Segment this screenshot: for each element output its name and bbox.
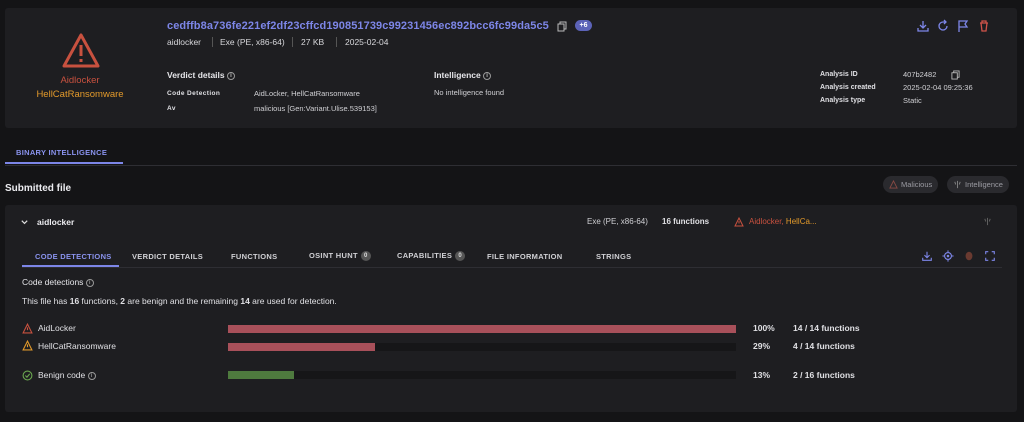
tab-functions[interactable]: FUNCTIONS (231, 252, 277, 261)
benign-percent: 13% (753, 370, 771, 380)
detection-percent: 100% (753, 323, 775, 333)
warning-icon (62, 33, 100, 68)
analysis-type-value: Static (903, 96, 922, 105)
intelligence-value: No intelligence found (434, 88, 505, 97)
divider (5, 165, 1017, 166)
file-type: Exe (PE, x86-64) (220, 37, 285, 47)
delete-icon[interactable] (977, 19, 991, 33)
verdict-value: malicious [Gen:Variant.Ulise.539153] (254, 104, 377, 113)
tab-binary-intelligence[interactable]: BINARY INTELLIGENCE (16, 148, 107, 157)
divider (22, 267, 1002, 268)
verdict-key: Av (167, 105, 176, 112)
intelligence-title: Intelligence i (434, 70, 492, 80)
warning-icon (734, 217, 744, 227)
family-label-aidlocker: Aidlocker (60, 75, 100, 86)
check-circle-icon (22, 370, 33, 381)
analysis-id-key: Analysis ID (820, 71, 858, 78)
detection-bar-track (228, 325, 736, 333)
chevron-down-icon[interactable] (20, 218, 29, 227)
count-badge: 0 (455, 251, 466, 262)
target-icon[interactable] (942, 250, 954, 262)
info-icon[interactable]: i (227, 71, 236, 80)
submitted-file-title: Submitted file (5, 183, 72, 194)
bug-icon[interactable] (963, 250, 975, 262)
tab-code-detections[interactable]: CODE DETECTIONS (35, 252, 112, 261)
verdict-key: Code Detection (167, 90, 221, 97)
intelligence-icon (954, 180, 961, 189)
reanalyze-icon[interactable] (936, 19, 950, 33)
detection-bar-fill (228, 343, 376, 351)
file-name: aidlocker (167, 37, 202, 47)
verdict-details-title: Verdict details i (167, 70, 236, 80)
detection-count: 4 / 14 functions (793, 341, 855, 351)
download-icon[interactable] (921, 250, 933, 262)
file-row-families: Aidlocker, HellCa... (749, 217, 817, 226)
info-icon[interactable]: i (87, 371, 96, 380)
tab-capabilities[interactable]: CAPABILITIES 0 (397, 251, 466, 262)
info-icon[interactable]: i (483, 71, 492, 80)
benign-count: 2 / 16 functions (793, 370, 855, 380)
file-row-type: Exe (PE, x86-64) (587, 217, 648, 226)
info-icon[interactable]: i (85, 278, 94, 287)
file-date: 2025-02-04 (345, 37, 389, 47)
tab-strings[interactable]: STRINGS (596, 252, 631, 261)
tab-file-information[interactable]: FILE INFORMATION (487, 252, 563, 261)
benign-label[interactable]: Benign code i (38, 370, 96, 380)
file-detail-card (5, 205, 1017, 412)
download-icon[interactable] (916, 19, 930, 33)
detection-label[interactable]: AidLocker (38, 323, 76, 333)
analysis-created-value: 2025-02-04 09:25:36 (903, 83, 973, 92)
detection-count: 14 / 14 functions (793, 323, 860, 333)
detection-summary: This file has 16 functions, 2 are benign… (22, 296, 337, 306)
sample-summary-card: Aidlocker HellCatRansomware cedffb8a736f… (5, 8, 1017, 128)
malicious-chip[interactable]: Malicious (883, 176, 939, 193)
tab-verdict-details[interactable]: VERDICT DETAILS (132, 252, 203, 261)
benign-bar-track (228, 371, 736, 379)
more-hashes-badge[interactable]: +6 (575, 20, 592, 31)
count-badge: 0 (360, 251, 371, 262)
analysis-type-key: Analysis type (820, 97, 866, 104)
detection-percent: 29% (753, 341, 771, 351)
divider (336, 37, 337, 47)
copy-icon[interactable] (951, 70, 960, 80)
intelligence-icon (984, 217, 991, 226)
file-row-functions: 16 functions (662, 217, 710, 226)
warning-icon (22, 323, 33, 334)
warning-icon (889, 180, 898, 189)
detection-bar-fill (228, 325, 736, 333)
flag-icon[interactable] (956, 19, 970, 33)
intelligence-chip[interactable]: Intelligence (947, 176, 1009, 193)
sample-hash[interactable]: cedffb8a736fe221ef2df23cffcd190851739c99… (167, 20, 549, 32)
analysis-created-key: Analysis created (820, 84, 876, 91)
active-tab-indicator (5, 162, 123, 164)
expand-icon[interactable] (984, 250, 996, 262)
benign-bar-fill (228, 371, 295, 379)
tab-osint-hunt[interactable]: OSINT HUNT 0 (309, 251, 371, 262)
code-detections-title: Code detections i (22, 277, 94, 287)
file-row-name[interactable]: aidlocker (37, 217, 74, 227)
divider (292, 37, 293, 47)
divider (212, 37, 213, 47)
file-size: 27 KB (301, 37, 325, 47)
family-label-hellcat: HellCatRansomware (36, 89, 124, 100)
copy-icon[interactable] (557, 21, 567, 32)
analysis-id-value: 407b2482 (903, 70, 937, 79)
verdict-value: AidLocker, HellCatRansomware (254, 89, 360, 98)
detection-bar-track (228, 343, 736, 351)
detection-label[interactable]: HellCatRansomware (38, 341, 116, 351)
warning-icon (22, 340, 33, 351)
